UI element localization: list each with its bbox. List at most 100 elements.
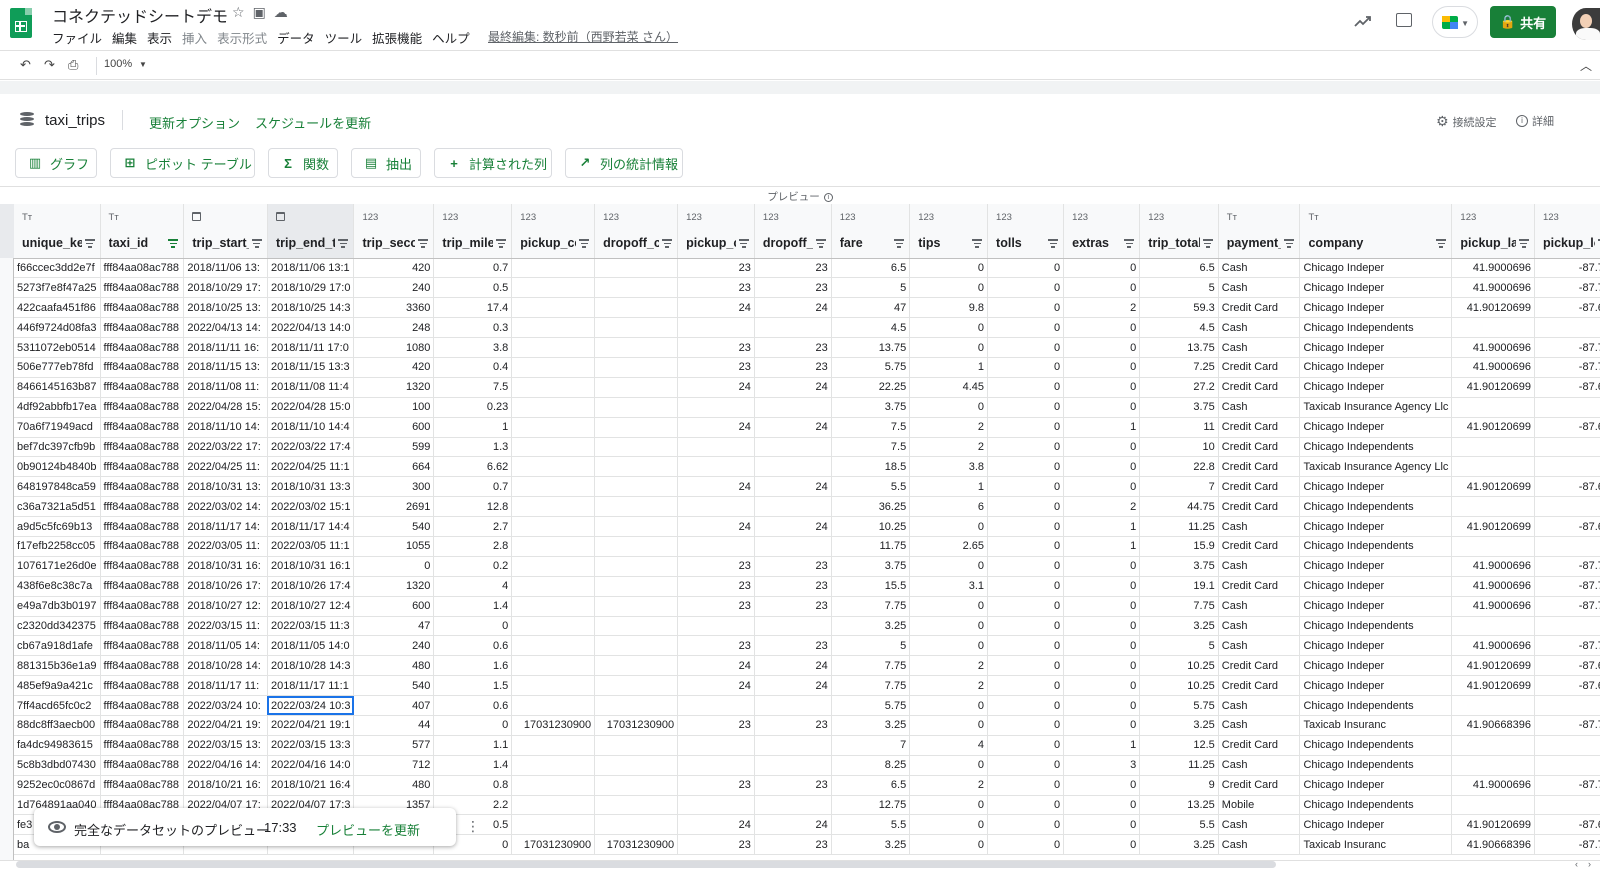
table-cell[interactable]: 23 xyxy=(754,556,832,577)
table-cell[interactable]: 0 xyxy=(987,377,1065,398)
table-cell[interactable]: 41.90120699 xyxy=(1451,476,1535,498)
table-cell[interactable]: 5 xyxy=(1139,277,1219,299)
table-cell[interactable]: 3.75 xyxy=(831,397,911,418)
table-cell[interactable]: 0 xyxy=(987,635,1065,657)
table-cell[interactable] xyxy=(754,795,832,816)
table-cell[interactable]: 2691 xyxy=(353,496,435,518)
table-cell[interactable]: 3.1 xyxy=(909,576,989,597)
table-cell[interactable]: -87.67 xyxy=(1534,814,1600,836)
table-cell[interactable]: Cash xyxy=(1218,814,1301,836)
details-button[interactable]: i 詳細 xyxy=(1516,113,1554,129)
table-cell[interactable]: 11 xyxy=(1139,417,1219,438)
table-cell[interactable]: Chicago Independents xyxy=(1299,317,1453,339)
table-cell[interactable]: 0 xyxy=(987,277,1065,299)
more-vert-icon[interactable]: ⋮ xyxy=(466,818,480,835)
table-cell[interactable]: 6.5 xyxy=(831,258,911,279)
filter-icon[interactable] xyxy=(815,239,826,248)
table-cell[interactable]: 23 xyxy=(677,596,755,617)
table-cell[interactable]: 2 xyxy=(909,437,989,458)
table-cell[interactable] xyxy=(594,496,679,518)
table-cell[interactable]: 24 xyxy=(677,655,755,677)
table-cell[interactable]: 24 xyxy=(677,377,755,398)
table-cell[interactable]: 23 xyxy=(754,277,832,299)
table-cell[interactable] xyxy=(594,476,679,498)
table-cell[interactable]: -87.72 xyxy=(1534,277,1600,299)
table-cell[interactable]: Taxicab Insuranc xyxy=(1299,715,1453,736)
table-cell[interactable]: 3360 xyxy=(353,297,435,319)
table-cell[interactable]: 24 xyxy=(754,516,832,537)
table-cell[interactable] xyxy=(511,357,596,378)
table-cell[interactable] xyxy=(1451,616,1535,637)
account-avatar[interactable] xyxy=(1572,8,1600,40)
table-cell[interactable] xyxy=(594,795,679,816)
table-cell[interactable]: 0 xyxy=(1063,357,1141,378)
table-cell[interactable]: 1.1 xyxy=(433,735,513,756)
filter-icon[interactable] xyxy=(1518,239,1529,248)
table-cell[interactable]: 5.75 xyxy=(1139,695,1219,716)
table-cell[interactable] xyxy=(1534,795,1600,816)
table-cell[interactable]: 2022/03/15 11:3 xyxy=(267,616,355,637)
table-cell[interactable] xyxy=(677,695,755,716)
table-cell[interactable]: 13.75 xyxy=(1139,337,1219,358)
table-cell[interactable]: Credit Card xyxy=(1218,456,1301,478)
table-cell[interactable]: 23 xyxy=(677,715,755,736)
table-cell[interactable] xyxy=(754,437,832,458)
table-cell[interactable]: 2022/04/21 19: xyxy=(183,715,268,736)
table-cell[interactable]: 0 xyxy=(987,258,1065,279)
table-cell[interactable]: 7.25 xyxy=(1139,357,1219,378)
table-cell[interactable]: 3.25 xyxy=(1139,616,1219,637)
table-cell[interactable] xyxy=(1534,496,1600,518)
table-cell[interactable]: 0.5 xyxy=(433,277,513,299)
info-icon[interactable]: i xyxy=(823,192,833,202)
table-cell[interactable]: f66ccec3dd2e7f xyxy=(14,258,101,279)
table-cell[interactable]: 41.90120699 xyxy=(1451,675,1535,697)
table-cell[interactable]: 12.8 xyxy=(433,496,513,518)
table-cell[interactable] xyxy=(754,496,832,518)
table-cell[interactable]: 4.5 xyxy=(1139,317,1219,339)
table-cell[interactable]: 0 xyxy=(987,556,1065,577)
table-cell[interactable]: fff84aa08ac788 xyxy=(100,516,185,537)
table-cell[interactable]: 0 xyxy=(909,596,989,617)
table-cell[interactable]: 6.62 xyxy=(433,456,513,478)
table-cell[interactable]: 2018/11/17 14:4 xyxy=(267,516,355,537)
table-cell[interactable]: 2018/10/27 12:4 xyxy=(267,596,355,617)
table-cell[interactable]: 2018/11/17 11: xyxy=(183,675,268,697)
table-cell[interactable]: Chicago Independents xyxy=(1299,695,1453,716)
schedule-refresh-link[interactable]: スケジュールを更新 xyxy=(255,113,371,132)
table-cell[interactable]: 0 xyxy=(987,496,1065,518)
table-cell[interactable]: Chicago Indeper xyxy=(1299,675,1453,697)
table-cell[interactable]: -87.67 xyxy=(1534,516,1600,537)
table-cell[interactable]: 15.9 xyxy=(1139,536,1219,557)
column-header[interactable]: Tт taxi_id xyxy=(100,204,185,259)
table-cell[interactable]: 600 xyxy=(353,596,435,617)
table-cell[interactable]: -87.72 xyxy=(1534,357,1600,378)
table-cell[interactable]: 2022/03/02 15:1 xyxy=(267,496,355,518)
table-cell[interactable]: 41.9000696 xyxy=(1451,357,1535,378)
table-cell[interactable]: a9d5c5fc69b13 xyxy=(14,516,101,537)
table-cell[interactable] xyxy=(1451,437,1535,458)
table-cell[interactable]: fa4dc94983615 xyxy=(14,735,101,756)
table-cell[interactable]: 41.9000696 xyxy=(1451,556,1535,577)
table-cell[interactable]: Chicago Indeper xyxy=(1299,576,1453,597)
table-cell[interactable]: 18.5 xyxy=(831,456,911,478)
table-cell[interactable] xyxy=(594,357,679,378)
function-button[interactable]: Σ 関数 xyxy=(268,148,338,178)
table-cell[interactable]: 24 xyxy=(754,814,832,836)
table-cell[interactable]: 3.25 xyxy=(831,834,911,856)
table-cell[interactable]: 485ef9a9a421c xyxy=(14,675,101,697)
table-cell[interactable]: Cash xyxy=(1218,715,1301,736)
table-cell[interactable]: 2022/03/24 10:3 xyxy=(267,695,355,716)
column-header[interactable]: 123 pickup_census_tract xyxy=(511,204,596,259)
table-cell[interactable]: 9.8 xyxy=(909,297,989,319)
comment-history-icon[interactable] xyxy=(1396,13,1412,27)
table-cell[interactable]: 0 xyxy=(987,357,1065,378)
table-cell[interactable]: fff84aa08ac788 xyxy=(100,695,185,716)
table-cell[interactable]: fff84aa08ac788 xyxy=(100,476,185,498)
table-cell[interactable]: 7.75 xyxy=(1139,596,1219,617)
table-cell[interactable]: Chicago Indeper xyxy=(1299,377,1453,398)
table-cell[interactable]: 1 xyxy=(909,476,989,498)
table-cell[interactable]: Chicago Indeper xyxy=(1299,635,1453,657)
table-cell[interactable]: 0 xyxy=(909,317,989,339)
table-cell[interactable]: 0 xyxy=(987,417,1065,438)
table-cell[interactable]: 1055 xyxy=(353,536,435,557)
